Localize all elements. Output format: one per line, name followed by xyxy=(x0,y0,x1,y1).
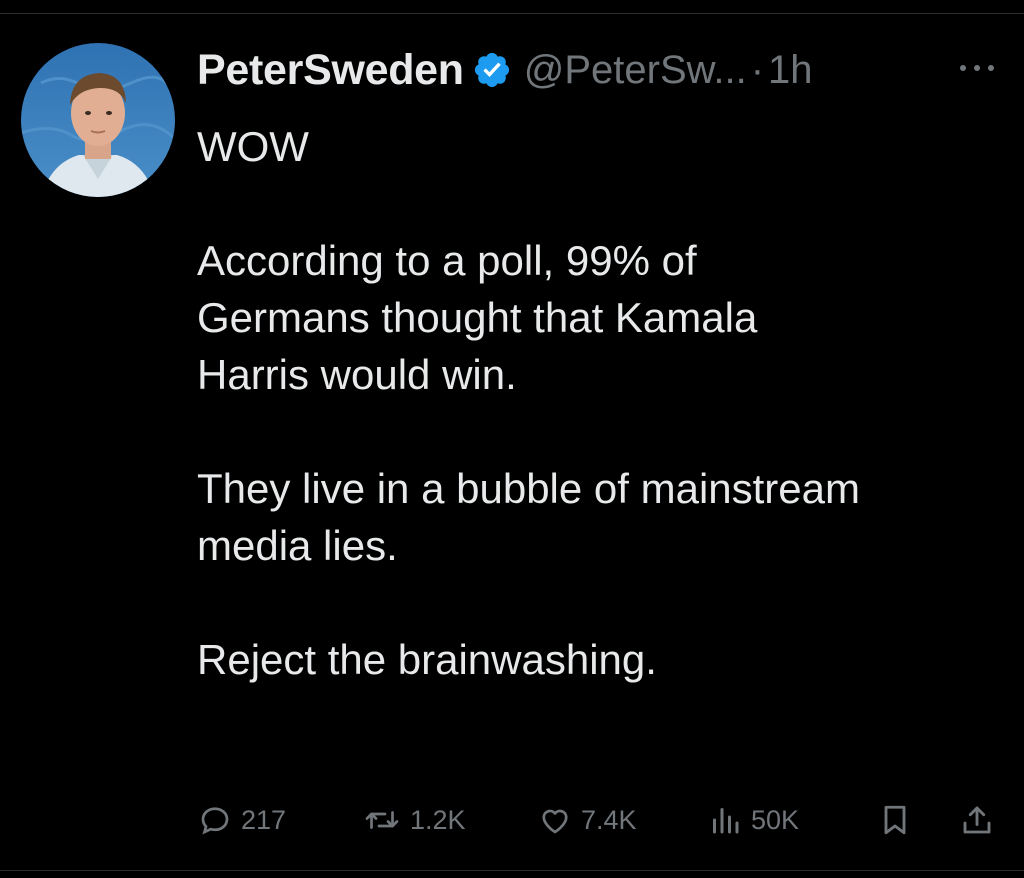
like-count: 7.4K xyxy=(581,804,637,835)
author-handle[interactable]: @PeterSw... xyxy=(524,48,747,93)
author-display-name[interactable]: PeterSweden xyxy=(197,46,464,95)
reply-count: 217 xyxy=(241,804,287,835)
views-chart-icon xyxy=(707,802,743,838)
views-button[interactable]: 50K xyxy=(707,798,799,842)
bottom-divider xyxy=(0,870,1024,871)
verified-badge-icon xyxy=(472,50,512,90)
post-actions: 217 1.2K 7.4K 50K xyxy=(197,798,1007,842)
post-paragraph: According to a poll, 99% of Germans thou… xyxy=(197,237,758,398)
views-count: 50K xyxy=(751,804,800,835)
header-separator: · xyxy=(750,47,765,92)
post-header: PeterSweden @PeterSw... · 1h xyxy=(197,42,997,98)
post-timestamp[interactable]: 1h xyxy=(768,48,813,93)
repost-button[interactable]: 1.2K xyxy=(362,798,466,842)
reply-button[interactable]: 217 xyxy=(197,798,286,842)
reply-icon xyxy=(197,802,233,838)
repost-icon xyxy=(362,802,402,838)
post-paragraph: WOW xyxy=(197,123,309,170)
post-paragraph: Reject the brainwashing. xyxy=(197,636,657,683)
more-horizontal-icon[interactable] xyxy=(960,56,994,80)
bookmark-icon xyxy=(877,802,913,838)
avatar[interactable] xyxy=(21,43,175,197)
repost-count: 1.2K xyxy=(410,804,466,835)
heart-icon xyxy=(537,802,573,838)
top-divider xyxy=(0,13,1024,14)
share-icon xyxy=(959,802,995,838)
like-button[interactable]: 7.4K xyxy=(537,798,637,842)
post-paragraph: They live in a bubble of mainstream medi… xyxy=(197,465,860,569)
post-text: WOW According to a poll, 99% of Germans … xyxy=(197,118,1007,688)
bookmark-button[interactable] xyxy=(877,798,913,842)
share-button[interactable] xyxy=(959,798,995,842)
